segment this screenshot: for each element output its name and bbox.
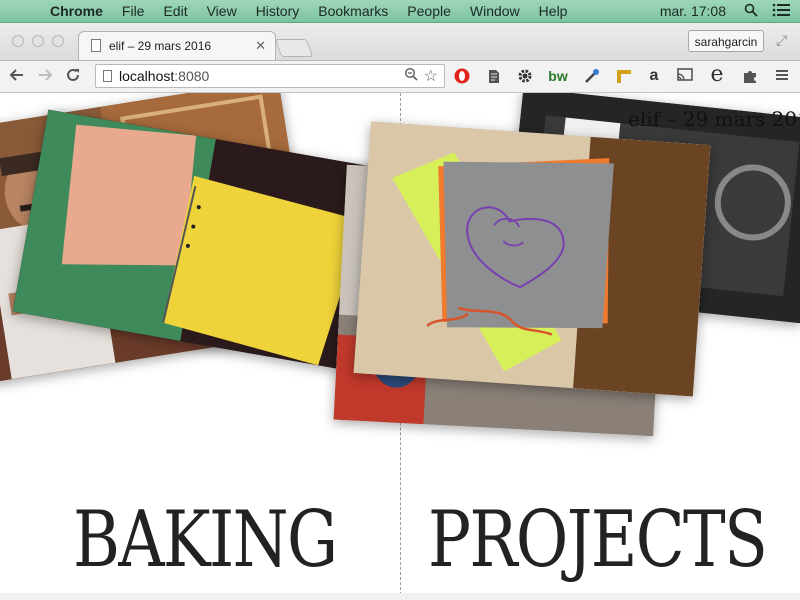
- page-title: elif – 29 mars 2016: [628, 107, 800, 131]
- menu-bookmarks[interactable]: Bookmarks: [318, 3, 388, 19]
- tab-title: elif – 29 mars 2016: [109, 39, 212, 53]
- menu-bar: Chrome File Edit View History Bookmarks …: [0, 0, 800, 23]
- menu-edit[interactable]: Edit: [163, 3, 187, 19]
- evernote-icon[interactable]: [484, 67, 504, 85]
- browser-toolbar: localhost:8080 ☆ bw a e: [0, 61, 800, 93]
- page-info-icon[interactable]: [103, 70, 112, 82]
- new-tab-button[interactable]: [274, 39, 314, 57]
- ruler-icon[interactable]: [614, 67, 634, 85]
- opera-icon[interactable]: [452, 67, 472, 85]
- menu-clock[interactable]: mar. 17:08: [660, 3, 726, 19]
- fullscreen-icon[interactable]: ⤢: [776, 32, 787, 49]
- eyedropper-icon[interactable]: [582, 67, 602, 85]
- forward-arrow-icon[interactable]: [37, 67, 53, 88]
- headline-projects: PROJECTS: [428, 495, 768, 585]
- amazon-icon[interactable]: a: [644, 67, 664, 85]
- bookmark-star-icon[interactable]: ☆: [424, 66, 438, 86]
- tab-strip: elif – 29 mars 2016 ✕: [0, 23, 800, 61]
- back-arrow-icon[interactable]: [9, 67, 25, 88]
- profile-button[interactable]: sarahgarcin: [688, 30, 764, 52]
- bw-icon[interactable]: bw: [546, 67, 570, 85]
- menu-window[interactable]: Window: [470, 3, 520, 19]
- e-icon[interactable]: e: [706, 64, 728, 86]
- notification-list-icon[interactable]: [772, 3, 790, 20]
- url-port: :8080: [174, 68, 210, 84]
- tab-close-icon[interactable]: ✕: [255, 38, 266, 54]
- zoom-icon[interactable]: [404, 67, 418, 84]
- spotlight-search-icon[interactable]: [744, 3, 758, 20]
- window-zoom-button[interactable]: [52, 35, 64, 47]
- window-close-button[interactable]: [12, 35, 24, 47]
- menu-people[interactable]: People: [407, 3, 451, 19]
- puzzle-icon[interactable]: [740, 67, 760, 85]
- tab-active[interactable]: elif – 29 mars 2016 ✕: [78, 31, 276, 60]
- menu-file[interactable]: File: [122, 3, 145, 19]
- settings-gear-icon[interactable]: [515, 67, 535, 85]
- url-text[interactable]: localhost:8080: [119, 68, 209, 84]
- window-minimize-button[interactable]: [32, 35, 44, 47]
- menu-history[interactable]: History: [256, 3, 300, 19]
- menu-view[interactable]: View: [207, 3, 237, 19]
- url-host: localhost: [119, 68, 175, 84]
- cast-icon[interactable]: [675, 67, 695, 85]
- menu-app-name[interactable]: Chrome: [50, 3, 103, 19]
- menu-icon[interactable]: [772, 67, 792, 85]
- reload-icon[interactable]: [65, 67, 81, 88]
- bottom-strip: [0, 593, 800, 600]
- address-bar[interactable]: localhost:8080 ☆: [95, 64, 445, 88]
- page-content: elif – 29 mars 2016 BAKING PROJECTS: [0, 93, 800, 600]
- photo-grey-book[interactable]: [353, 121, 711, 397]
- headline-baking: BAKING: [73, 495, 338, 585]
- menu-help[interactable]: Help: [539, 3, 568, 19]
- page-document-icon: [91, 39, 101, 52]
